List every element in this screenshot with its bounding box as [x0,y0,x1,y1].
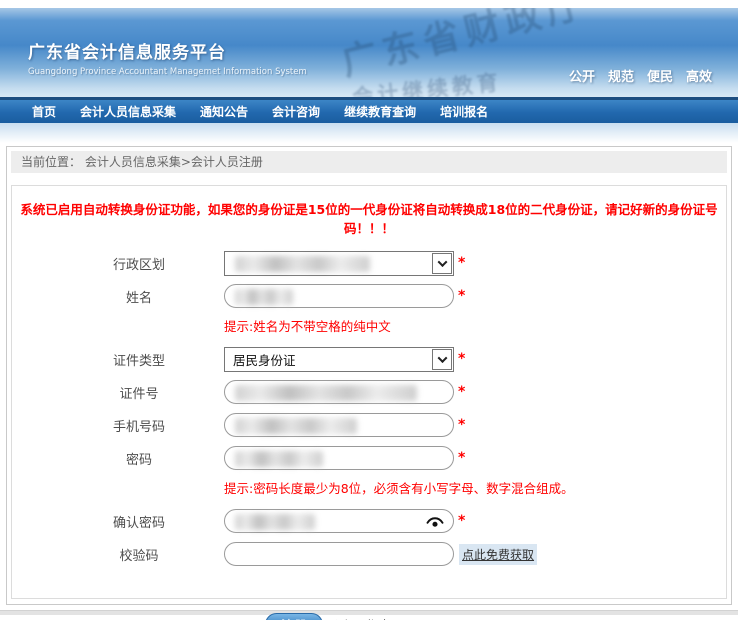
nav-item-consulting[interactable]: 会计咨询 [272,103,320,120]
breadcrumb: 当前位置： 会计人员信息采集>会计人员注册 [11,151,727,173]
row-mobile: 手机号码 * [12,412,726,438]
register-button[interactable]: 注册 [265,613,323,620]
content-container: 当前位置： 会计人员信息采集>会计人员注册 系统已启用自动转换身份证功能，如果您… [6,146,732,620]
name-input[interactable] [224,284,454,308]
site-logo: 广东省会计信息服务平台 Guangdong Province Accountan… [28,38,307,77]
site-title: 广东省会计信息服务平台 [28,43,226,63]
cert-number-label: 证件号 [119,386,159,402]
confirm-password-input[interactable] [224,509,454,533]
password-reveal-eye-icon[interactable] [426,514,444,530]
row-password: 密码 * [12,445,726,471]
required-marker: * [458,351,466,367]
admin-region-select[interactable] [224,250,454,276]
nav-item-training[interactable]: 培训报名 [440,103,488,120]
nav-item-continuing-education[interactable]: 继续教育查询 [344,103,416,120]
slogan-convenient: 便民 [646,70,673,85]
row-admin-region: 行政区划 * [12,250,726,276]
password-input[interactable] [224,446,454,470]
id-conversion-warning: 系统已启用自动转换身份证功能，如果您的身份证是15位的一代身份证将自动转换成18… [20,202,718,236]
cert-type-value: 居民身份证 [233,352,296,368]
confirm-password-label: 确认密码 [112,515,165,531]
captcha-input[interactable] [224,542,454,566]
redacted-value [235,255,370,272]
mobile-label: 手机号码 [112,419,165,435]
required-marker: * [458,417,466,433]
required-marker: * [458,513,466,529]
password-hint: 提示:密码长度最少为8位，必须含有小写字母、数字混合组成。 [224,481,574,496]
nav-item-notices[interactable]: 通知公告 [200,103,248,120]
name-label: 姓名 [125,290,152,306]
nav-item-info-collection[interactable]: 会计人员信息采集 [80,103,176,120]
captcha-label: 校验码 [119,548,159,564]
redacted-value [235,451,323,467]
main-nav: 首页 会计人员信息采集 通知公告 会计咨询 继续教育查询 培训报名 [0,97,738,123]
breadcrumb-path: 会计人员信息采集>会计人员注册 [84,155,263,169]
top-margin [0,0,738,8]
nav-item-home[interactable]: 首页 [32,103,56,120]
registration-form-panel: 系统已启用自动转换身份证功能，如果您的身份证是15位的一代身份证将自动转换成18… [11,185,727,620]
form-actions: 注册 返回登陆 [12,613,726,620]
admin-region-label: 行政区划 [112,257,165,273]
back-to-login-link[interactable]: 返回登陆 [335,615,389,620]
required-marker: * [458,255,466,271]
row-cert-number: 证件号 * [12,379,726,405]
redacted-value [235,385,417,401]
required-marker: * [458,288,466,304]
slogan-standard: 规范 [607,70,634,85]
chevron-down-icon[interactable] [432,252,452,274]
row-name: 姓名 * [12,283,726,309]
password-label: 密码 [125,452,152,468]
slogan-open: 公开 [568,70,595,85]
row-confirm-password: 确认密码 * [12,508,726,534]
mobile-input[interactable] [224,413,454,437]
nav-gradient-fade [0,123,738,145]
header-banner: 广东省财政厅 会计继续教育 广东省会计信息服务平台 Guangdong Prov… [0,8,738,97]
cert-type-select[interactable]: 居民身份证 [224,346,454,372]
cert-type-label: 证件类型 [112,353,165,369]
required-marker: * [458,450,466,466]
redacted-value [235,418,357,434]
breadcrumb-label: 当前位置： [21,155,82,169]
row-cert-type: 证件类型 居民身份证 * [12,346,726,372]
required-marker: * [458,384,466,400]
redacted-value [235,289,293,305]
row-captcha: 校验码 点此免费获取 [12,541,726,567]
get-captcha-link[interactable]: 点此免费获取 [459,543,538,565]
name-hint: 提示:姓名为不带空格的纯中文 [224,319,391,334]
slogan-efficient: 高效 [685,70,712,85]
site-subtitle: Guangdong Province Accountant Managemet … [28,67,307,77]
redacted-value [235,514,315,530]
chevron-down-icon[interactable] [432,348,452,370]
cert-number-input[interactable] [224,380,454,404]
header-slogans: 公开 规范 便民 高效 [569,66,712,85]
